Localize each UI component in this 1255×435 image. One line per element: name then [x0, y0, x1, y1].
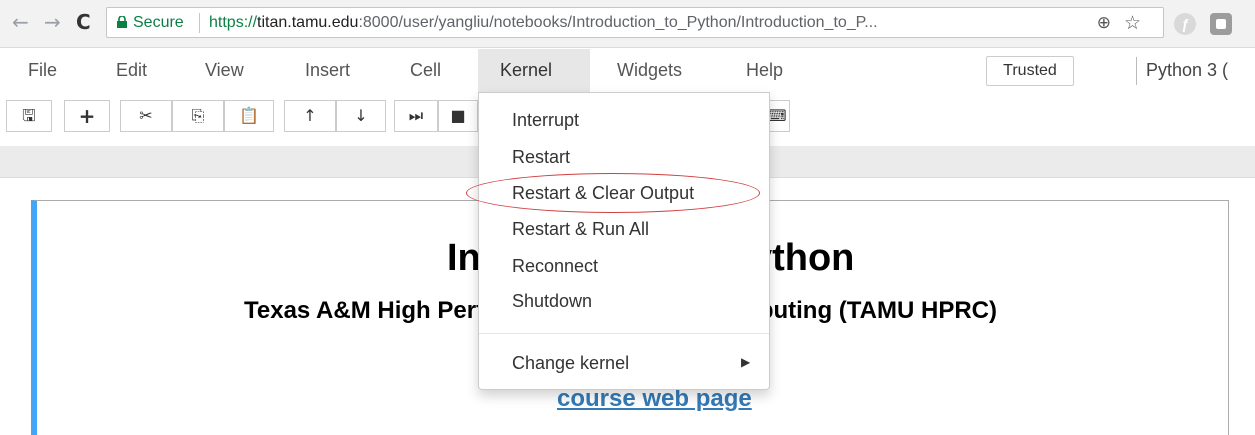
menu-item-reconnect[interactable]: Reconnect: [512, 256, 598, 277]
address-bar[interactable]: Secure https://titan.tamu.edu:8000/user/…: [106, 7, 1164, 38]
browser-toolbar: ← → C Secure https://titan.tamu.edu:8000…: [0, 0, 1255, 48]
menu-cell[interactable]: Cell: [400, 49, 451, 92]
url-protocol: https://: [209, 14, 258, 31]
menu-item-restart-clear-output[interactable]: Restart & Clear Output: [512, 183, 694, 204]
kernel-dropdown-menu: Interrupt Restart Restart & Clear Output…: [478, 92, 770, 390]
kernel-indicator: Python 3 (: [1146, 60, 1229, 80]
add-cell-icon[interactable]: +: [64, 100, 110, 132]
trusted-badge[interactable]: Trusted: [986, 56, 1074, 86]
menu-help[interactable]: Help: [736, 49, 793, 92]
move-down-icon[interactable]: ↓: [336, 100, 386, 132]
menu-item-change-kernel[interactable]: Change kernel: [512, 353, 629, 374]
menu-insert[interactable]: Insert: [295, 49, 360, 92]
menu-widgets[interactable]: Widgets: [607, 49, 692, 92]
menu-item-interrupt[interactable]: Interrupt: [512, 110, 579, 131]
run-icon[interactable]: ⏭: [394, 100, 438, 132]
secure-label: Secure: [133, 14, 184, 31]
save-icon[interactable]: 🖫: [6, 100, 52, 132]
copy-icon[interactable]: ⎘: [172, 100, 224, 132]
paste-icon[interactable]: 📋: [224, 100, 274, 132]
menu-divider: [479, 333, 769, 334]
extension-square-icon[interactable]: [1210, 13, 1232, 35]
menu-item-restart[interactable]: Restart: [512, 147, 570, 168]
stop-icon[interactable]: ■: [438, 100, 478, 132]
kernel-divider: [1136, 57, 1137, 85]
extension-icon[interactable]: ƒ: [1174, 13, 1196, 35]
move-up-icon[interactable]: ↑: [284, 100, 336, 132]
url-host: titan.tamu.edu: [257, 14, 359, 31]
menubar: File Edit View Insert Cell Kernel Widget…: [0, 49, 1255, 92]
cut-icon[interactable]: ✂: [120, 100, 172, 132]
menu-item-restart-run-all[interactable]: Restart & Run All: [512, 219, 649, 240]
url-text[interactable]: https://titan.tamu.edu:8000/user/yangliu…: [209, 14, 1069, 32]
menu-file[interactable]: File: [18, 49, 67, 92]
reload-icon[interactable]: C: [76, 12, 91, 32]
zoom-icon[interactable]: ⊕: [1097, 13, 1111, 33]
bookmark-star-icon[interactable]: ☆: [1124, 12, 1141, 35]
omnibox-divider: [199, 13, 200, 33]
submenu-arrow-icon: ▶: [741, 355, 751, 369]
url-path: :8000/user/yangliu/notebooks/Introductio…: [358, 14, 878, 31]
menu-item-shutdown[interactable]: Shutdown: [512, 291, 592, 312]
back-arrow-icon[interactable]: ←: [12, 12, 29, 32]
menu-edit[interactable]: Edit: [106, 49, 157, 92]
lock-icon: [117, 16, 127, 28]
forward-arrow-icon[interactable]: →: [44, 12, 61, 32]
menu-kernel[interactable]: Kernel: [478, 49, 590, 92]
menu-view[interactable]: View: [195, 49, 254, 92]
